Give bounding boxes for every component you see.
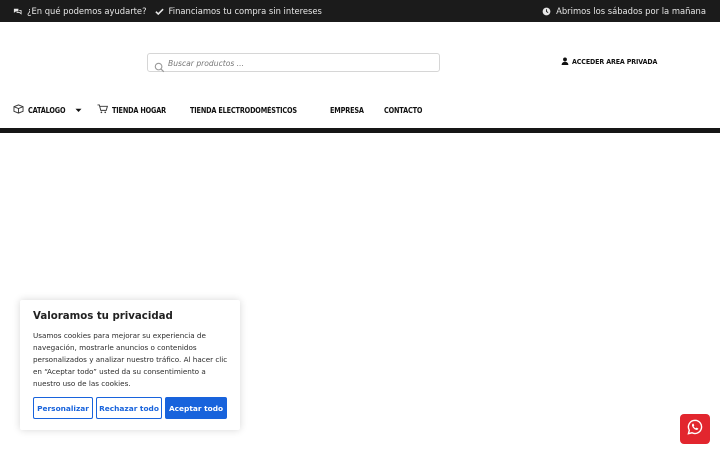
user-icon: [561, 57, 569, 67]
search-input[interactable]: [168, 56, 428, 70]
nav-item-contacto[interactable]: CONTACTO: [384, 106, 428, 115]
nav-label-empresa: EMPRESA: [329, 105, 364, 115]
help-text: ¿En qué podemos ayudarte?: [27, 6, 147, 16]
help-link[interactable]: ¿En qué podemos ayudarte?: [13, 6, 147, 16]
search-icon[interactable]: [154, 58, 165, 73]
top-bar-left: ¿En qué podemos ayudarte? Financiamos tu…: [13, 0, 322, 22]
check-icon: [154, 7, 164, 16]
chat-bubbles-icon: [13, 7, 22, 16]
accept-all-button[interactable]: Aceptar todo: [165, 397, 227, 419]
clock-icon: [542, 7, 551, 16]
nav-item-tienda-hogar[interactable]: TIENDA HOGAR: [97, 104, 175, 116]
finance-info: Financiamos tu compra sin intereses: [154, 6, 322, 16]
finance-text: Financiamos tu compra sin intereses: [168, 6, 322, 16]
customize-button[interactable]: Personalizar: [33, 397, 93, 419]
nav-label-tienda-electrodomesticos: TIENDA ELECTRODOMÉSTICOS: [190, 105, 298, 115]
whatsapp-button[interactable]: [680, 414, 710, 444]
nav-item-tienda-electrodomesticos[interactable]: TIENDA ELECTRODOMÉSTICOS: [190, 106, 314, 115]
reject-all-button[interactable]: Rechazar todo: [96, 397, 162, 419]
cookie-consent-banner: Valoramos tu privacidad Usamos cookies p…: [20, 300, 240, 430]
nav-item-empresa[interactable]: EMPRESA: [330, 106, 369, 115]
chevron-down-icon[interactable]: [75, 106, 82, 115]
top-bar-right: Abrimos los sábados por la mañana: [542, 0, 706, 22]
schedule-text: Abrimos los sábados por la mañana: [556, 6, 706, 16]
cookie-title: Valoramos tu privacidad: [33, 311, 173, 322]
cart-icon: [97, 104, 109, 116]
top-bar: ¿En qué podemos ayudarte? Financiamos tu…: [0, 0, 720, 22]
schedule-info: Abrimos los sábados por la mañana: [542, 6, 706, 16]
nav-divider: [0, 128, 720, 133]
cookie-description: Usamos cookies para mejorar su experienc…: [33, 331, 228, 388]
box-icon: [13, 104, 24, 116]
nav-item-catalogo[interactable]: CATÁLOGO: [13, 104, 82, 116]
main-nav: CATÁLOGO TIENDA HOGAR TIENDA ELECTRODOMÉ…: [13, 102, 443, 118]
search-box: [147, 53, 440, 73]
nav-label-contacto: CONTACTO: [383, 105, 423, 115]
private-area-label: ACCEDER AREA PRIVADA: [572, 58, 658, 66]
nav-label-catalogo: CATÁLOGO: [28, 105, 66, 115]
private-area-link[interactable]: ACCEDER AREA PRIVADA: [561, 57, 657, 67]
whatsapp-icon: [687, 419, 703, 439]
nav-label-tienda-hogar: TIENDA HOGAR: [112, 105, 167, 115]
